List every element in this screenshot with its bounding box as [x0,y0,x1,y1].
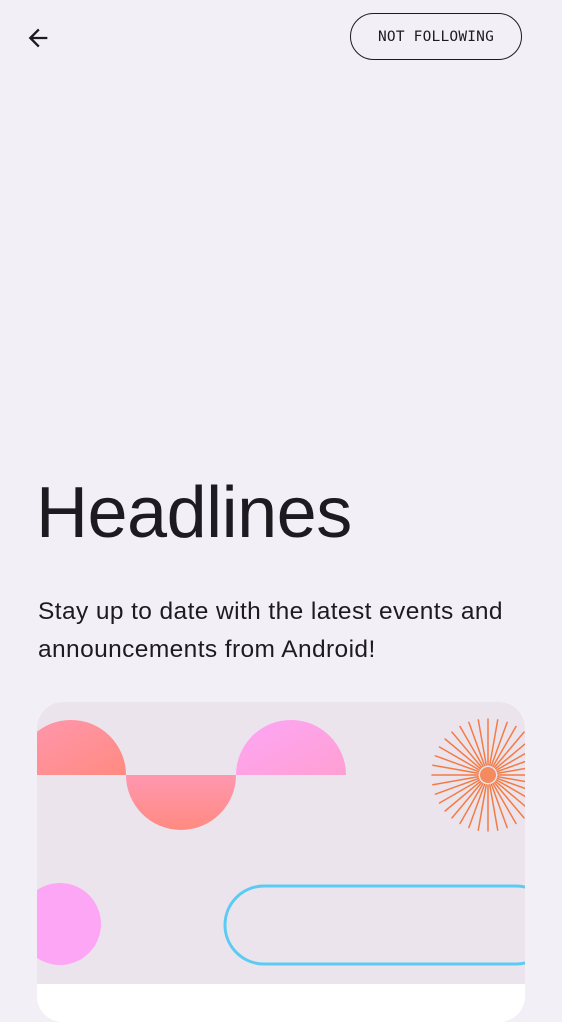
topic-hero-card [37,702,525,1022]
half-circle-shape [126,775,236,830]
sunburst-shape [431,718,525,832]
arrow-back-icon [28,28,48,48]
sunburst-core [480,767,496,783]
half-circle-shape [236,720,346,775]
circle-shape [37,883,101,965]
follow-button-label: NOT FOLLOWING [377,28,495,45]
page-title: Headlines [36,473,352,553]
half-circle-shape [37,720,126,775]
topic-illustration [37,702,525,984]
pill-outline-shape [223,884,525,966]
topic-description: Stay up to date with the latest events a… [38,598,503,663]
not-following-button[interactable]: NOT FOLLOWING [350,13,522,60]
back-button[interactable] [18,18,58,58]
card-body [37,984,525,1022]
